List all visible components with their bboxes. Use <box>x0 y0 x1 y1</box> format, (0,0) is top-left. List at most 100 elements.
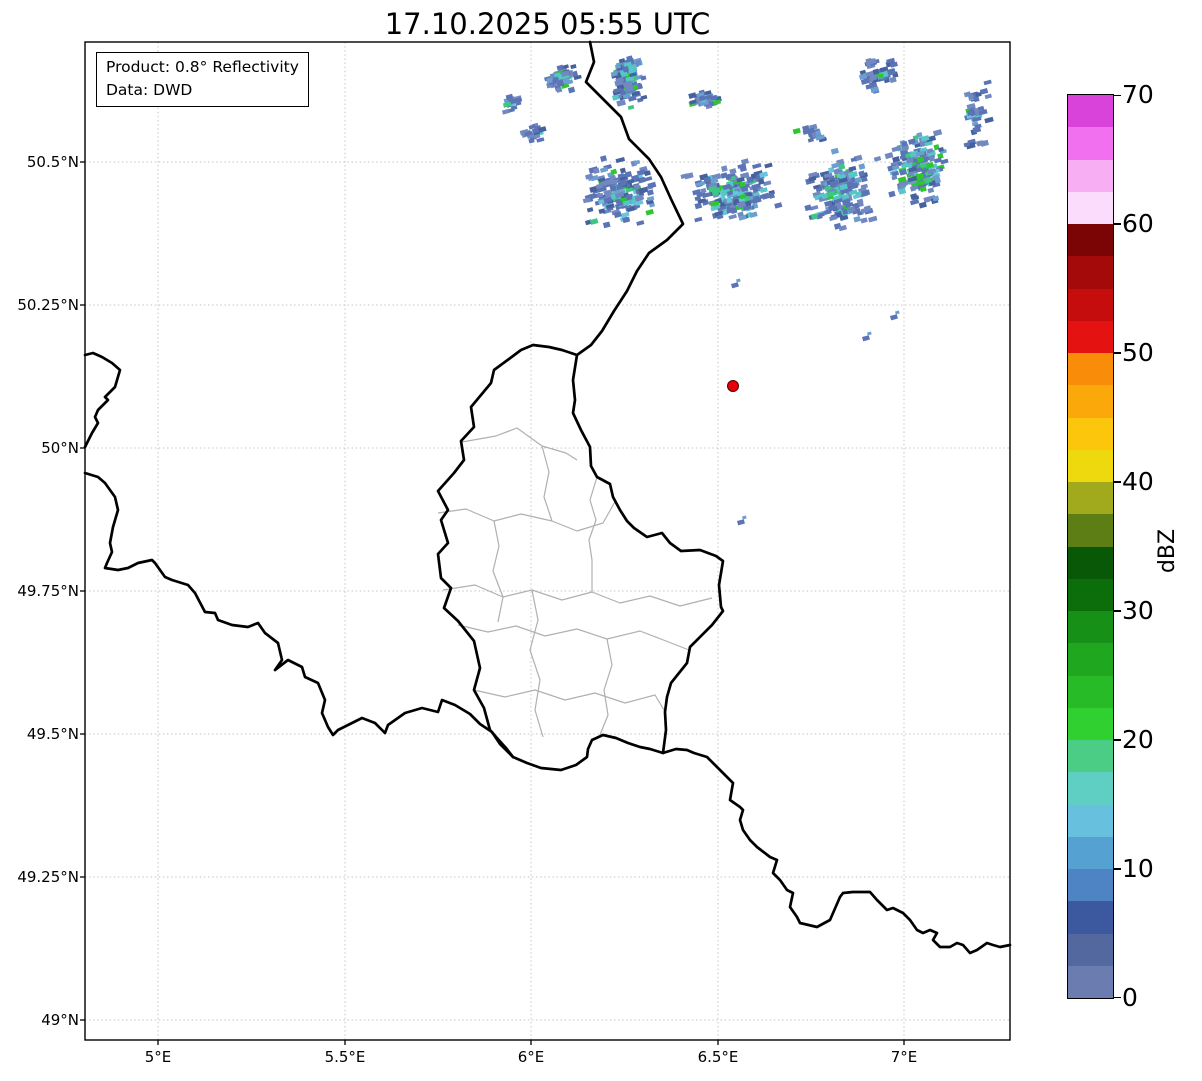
admin-border-line <box>599 638 613 736</box>
admin-border-line <box>442 584 713 607</box>
country-borders <box>83 40 1012 955</box>
y-tick-label: 50°N <box>41 439 79 457</box>
y-tick-label: 50.25°N <box>17 296 79 314</box>
admin-borders <box>437 427 713 738</box>
radar-site-marker <box>727 380 739 392</box>
admin-border-line <box>529 589 544 738</box>
colorbar-segment <box>1068 191 1113 224</box>
colorbar-tick-label: 50 <box>1122 338 1154 368</box>
grid-lines <box>85 42 1010 1040</box>
colorbar-tick-label: 30 <box>1122 595 1154 625</box>
y-tick-label: 49.25°N <box>17 868 79 886</box>
radar-echo-cell <box>984 93 992 100</box>
radar-echo-cell <box>570 64 577 70</box>
colorbar-segment <box>1068 546 1113 579</box>
country-border-line <box>436 343 725 772</box>
radar-map-page: 17.10.2025 05:55 UTC Product: 0.8° Refle… <box>0 0 1202 1081</box>
product-info-line: Product: 0.8° Reflectivity <box>106 58 299 76</box>
radar-echo-cell <box>873 156 882 162</box>
radar-echo-cell <box>633 159 641 165</box>
radar-echo-cell <box>774 202 783 209</box>
radar-echo-cell <box>600 155 608 162</box>
colorbar-segment <box>1068 804 1113 837</box>
radar-echo-cell <box>860 217 868 224</box>
radar-echo-cell <box>644 176 653 182</box>
admin-border-line <box>457 624 690 651</box>
radar-echo-cell <box>611 94 620 101</box>
radar-echo-cell <box>868 215 878 223</box>
colorbar-tick-mark <box>1114 868 1121 870</box>
colorbar-segment <box>1068 353 1113 386</box>
radar-echo-cell <box>983 79 992 86</box>
radar-echo-cell <box>807 137 814 143</box>
colorbar-tick-mark <box>1114 610 1121 612</box>
radar-echo-speck <box>895 310 900 315</box>
radar-echo-cell <box>823 209 832 216</box>
radar-echo-cell <box>984 116 994 124</box>
radar-echo-cell <box>889 76 897 84</box>
colorbar-tick-mark <box>1114 996 1121 999</box>
country-border-line <box>661 747 1012 955</box>
colorbar-segment <box>1068 611 1113 644</box>
admin-border-line <box>588 476 598 592</box>
colorbar-segment <box>1068 320 1113 353</box>
colorbar-segment <box>1068 643 1113 676</box>
radar-echo-cell <box>932 129 943 137</box>
radar-echo-cell <box>720 165 728 172</box>
radar-echo-cell <box>615 157 626 164</box>
admin-border-line <box>461 427 578 461</box>
x-tick-label: 5°E <box>144 1048 172 1066</box>
radar-echo-speck <box>867 331 872 336</box>
radar-echo-cell <box>792 127 801 135</box>
colorbar-segment <box>1068 449 1113 482</box>
radar-echo-cell <box>647 181 657 189</box>
colorbar-segment <box>1068 385 1113 418</box>
radar-echo-speck <box>862 335 870 342</box>
x-tick-label: 6°E <box>517 1048 545 1066</box>
colorbar-segment <box>1068 224 1113 257</box>
colorbar-segment <box>1068 256 1113 289</box>
radar-echo-cell <box>909 198 920 206</box>
colorbar-segment <box>1068 159 1113 192</box>
y-tick-label: 49.5°N <box>26 725 79 743</box>
radar-echo-speck <box>742 515 747 520</box>
colorbar-tick-mark <box>1114 94 1121 97</box>
radar-echo-cell <box>599 166 609 173</box>
radar-echo-cell <box>891 175 898 181</box>
colorbar-segment <box>1068 417 1113 450</box>
country-border-line <box>83 351 122 449</box>
colorbar-segment <box>1068 901 1113 934</box>
plot-title: 17.10.2025 05:55 UTC <box>384 7 711 41</box>
x-tick-label: 7°E <box>890 1048 918 1066</box>
radar-echo-cell <box>582 197 591 204</box>
radar-echo-cell <box>602 221 611 229</box>
radar-echo-cell <box>627 104 635 110</box>
product-info-box: Product: 0.8° Reflectivity Data: DWD <box>96 52 309 107</box>
radar-echo-cell <box>761 192 770 200</box>
colorbar-tick-mark <box>1114 352 1121 354</box>
colorbar-axis-label: dBZ <box>1155 528 1180 574</box>
country-border-line <box>83 471 515 759</box>
data-source-line: Data: DWD <box>106 81 193 100</box>
radar-echo-cell <box>729 168 737 175</box>
radar-echo-cell <box>764 162 773 169</box>
colorbar-segment <box>1068 95 1113 128</box>
radar-echo-cell <box>927 187 935 194</box>
colorbar-tick-label: 60 <box>1122 209 1154 239</box>
axis-tick-marks <box>80 161 905 1045</box>
colorbar-tick-label: 0 <box>1122 982 1138 1012</box>
radar-echo-cell <box>589 218 599 225</box>
colorbar-segment <box>1068 869 1113 902</box>
radar-echo-cell <box>884 152 894 160</box>
colorbar-tick-mark <box>1114 223 1121 225</box>
radar-echo-layer <box>501 55 994 526</box>
colorbar-segment <box>1068 740 1113 773</box>
radar-echo-speck <box>737 519 745 526</box>
colorbar-segment <box>1068 482 1113 515</box>
admin-border-line <box>473 689 665 711</box>
colorbar-tick-mark <box>1114 739 1121 741</box>
colorbar-segment <box>1068 127 1113 160</box>
radar-echo-cell <box>858 163 866 170</box>
colorbar-segment <box>1068 772 1113 805</box>
y-tick-label: 49°N <box>41 1011 79 1029</box>
